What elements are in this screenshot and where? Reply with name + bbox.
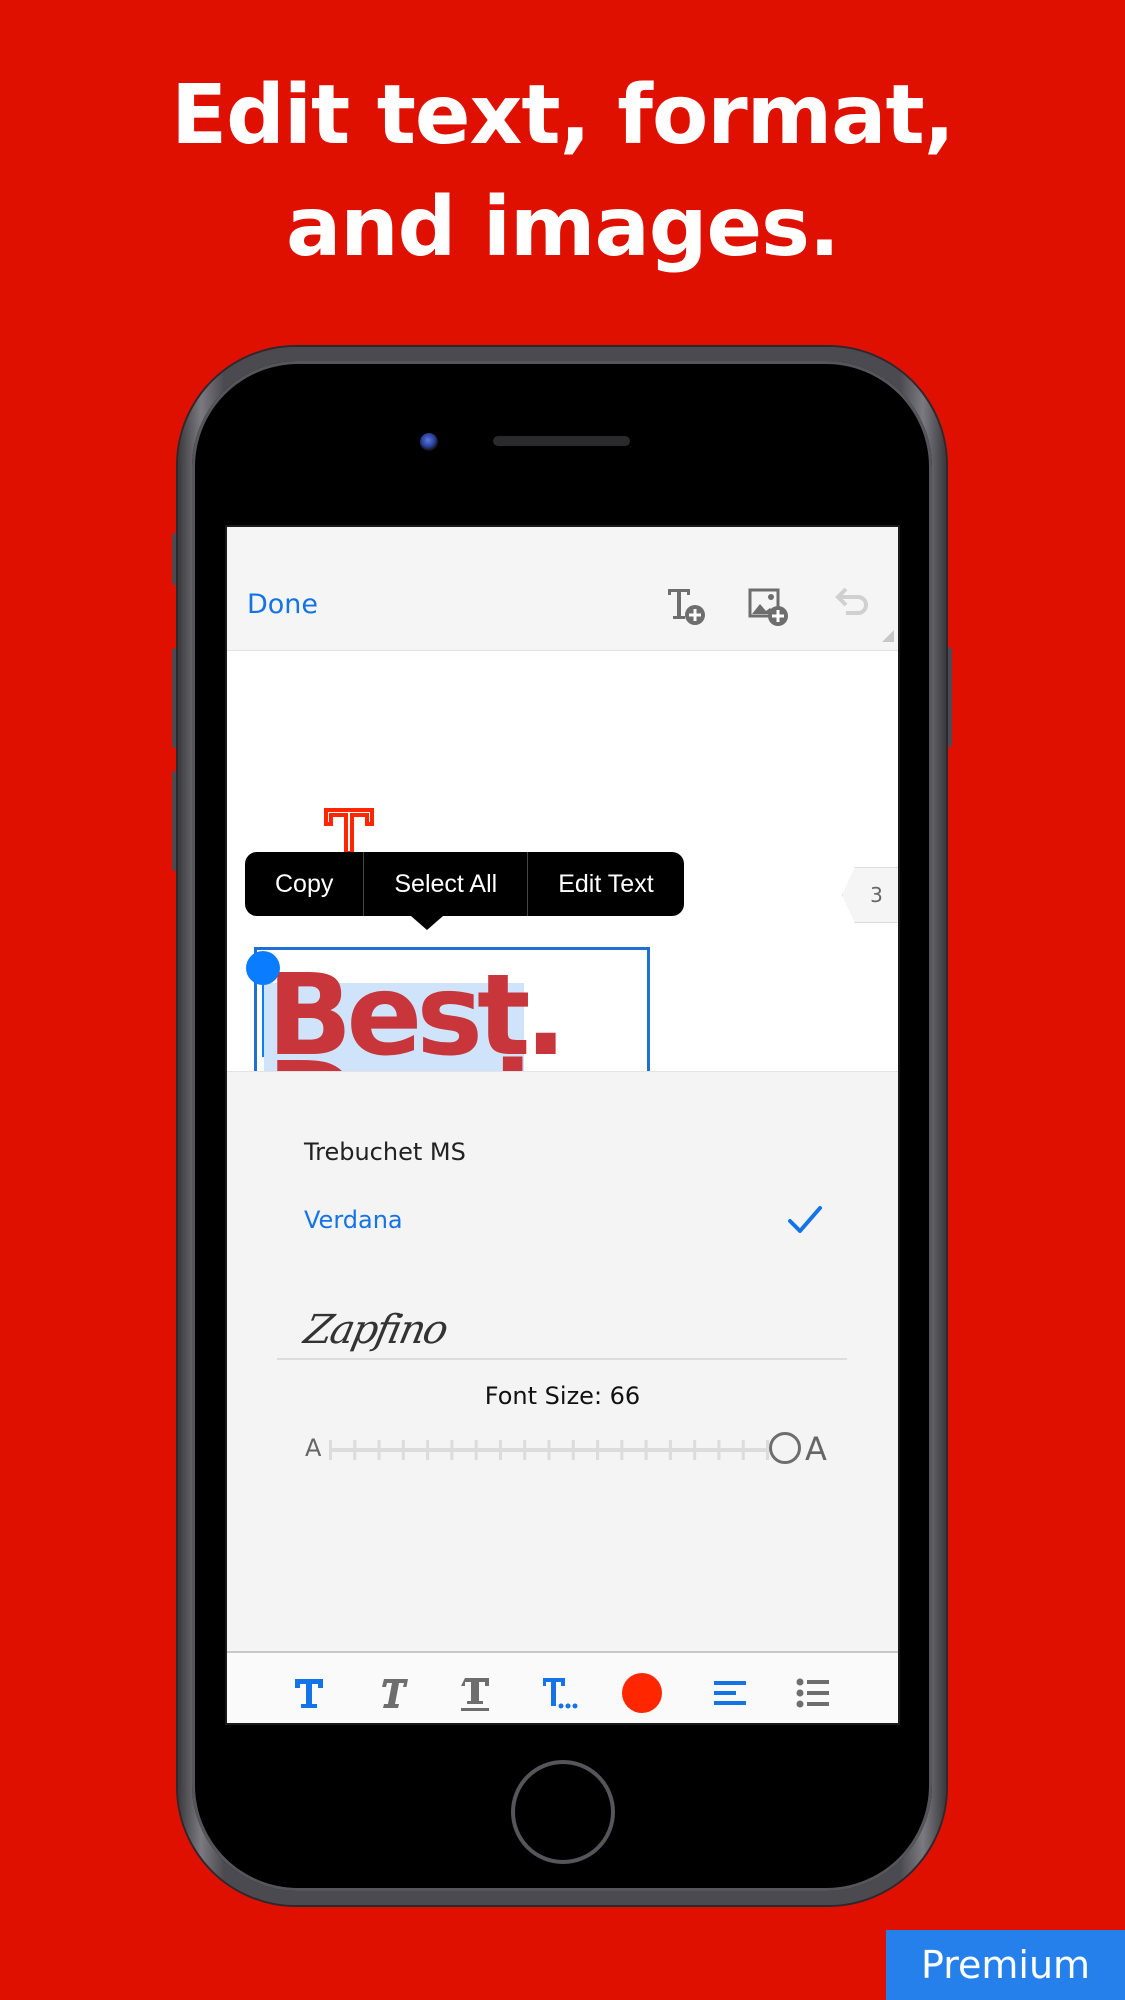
headline: Edit text, format, and images. (0, 60, 1125, 284)
panel-divider (277, 1358, 847, 1360)
slider-tick (377, 1440, 381, 1460)
text-cursor-icon (324, 808, 374, 853)
color-swatch[interactable] (622, 1673, 662, 1713)
slider-max-label: A (805, 1430, 827, 1468)
earpiece-speaker (493, 436, 630, 446)
slider-tick (474, 1440, 478, 1460)
add-image-icon[interactable] (747, 585, 789, 627)
slider-thumb[interactable] (769, 1432, 801, 1464)
format-toolbar (227, 1651, 898, 1723)
resize-corner-icon (882, 630, 894, 642)
slider-tick (717, 1440, 721, 1460)
app-screen: Done 3 Best. Copy Select All Edit Text T… (225, 525, 900, 1725)
front-camera (420, 433, 438, 451)
slider-tick (353, 1440, 357, 1460)
slider-min-label: A (305, 1434, 322, 1462)
font-option-zapfino[interactable]: Zapfino (300, 1307, 450, 1353)
menu-item-edit-text[interactable]: Edit Text (528, 852, 683, 916)
slider-tick (498, 1440, 502, 1460)
headline-line-2: and images. (285, 180, 840, 275)
slider-tick (668, 1440, 672, 1460)
font-size-label: Font Size: 66 (484, 1382, 641, 1410)
page-number-badge[interactable]: 3 (842, 867, 898, 923)
slider-tick (547, 1440, 551, 1460)
underline-icon[interactable] (455, 1673, 495, 1713)
done-button[interactable]: Done (247, 589, 318, 620)
slider-track[interactable] (329, 1438, 769, 1462)
text-more-icon[interactable] (539, 1673, 579, 1713)
slider-tick (644, 1440, 648, 1460)
align-left-icon[interactable] (710, 1673, 750, 1713)
selection-start-handle[interactable] (246, 951, 280, 985)
top-bar: Done (227, 527, 898, 651)
checkmark-icon (788, 1206, 822, 1233)
slider-tick (401, 1440, 405, 1460)
premium-badge: Premium (886, 1930, 1125, 2000)
slider-tick (620, 1440, 624, 1460)
headline-line-1: Edit text, format, (171, 68, 955, 163)
slider-tick (329, 1440, 332, 1460)
menu-item-select-all[interactable]: Select All (364, 852, 529, 916)
slider-tick (596, 1440, 600, 1460)
font-size-slider[interactable]: A A (305, 1430, 827, 1470)
slider-tick (450, 1440, 454, 1460)
font-option-verdana[interactable]: Verdana (304, 1206, 403, 1234)
context-menu: Copy Select All Edit Text (245, 852, 684, 916)
font-option-trebuchet[interactable]: Trebuchet MS (304, 1138, 466, 1166)
add-text-icon[interactable] (665, 585, 707, 627)
font-icon[interactable] (289, 1673, 329, 1713)
undo-icon[interactable] (832, 585, 874, 627)
slider-tick (571, 1440, 575, 1460)
home-button[interactable] (511, 1760, 615, 1864)
menu-item-copy[interactable]: Copy (245, 852, 365, 916)
bullet-list-icon[interactable] (793, 1673, 833, 1713)
italic-icon[interactable] (372, 1673, 412, 1713)
document-canvas[interactable]: 3 Best. Deals. Ever. Copy Select All Edi… (227, 651, 898, 1297)
context-menu-arrow (411, 916, 443, 930)
font-panel: Trebuchet MS Verdana Zapfino Font Size: … (227, 1071, 898, 1652)
slider-tick (741, 1440, 745, 1460)
selection-start-line (262, 973, 264, 1057)
slider-tick (693, 1440, 697, 1460)
slider-tick (426, 1440, 430, 1460)
slider-tick (523, 1440, 527, 1460)
